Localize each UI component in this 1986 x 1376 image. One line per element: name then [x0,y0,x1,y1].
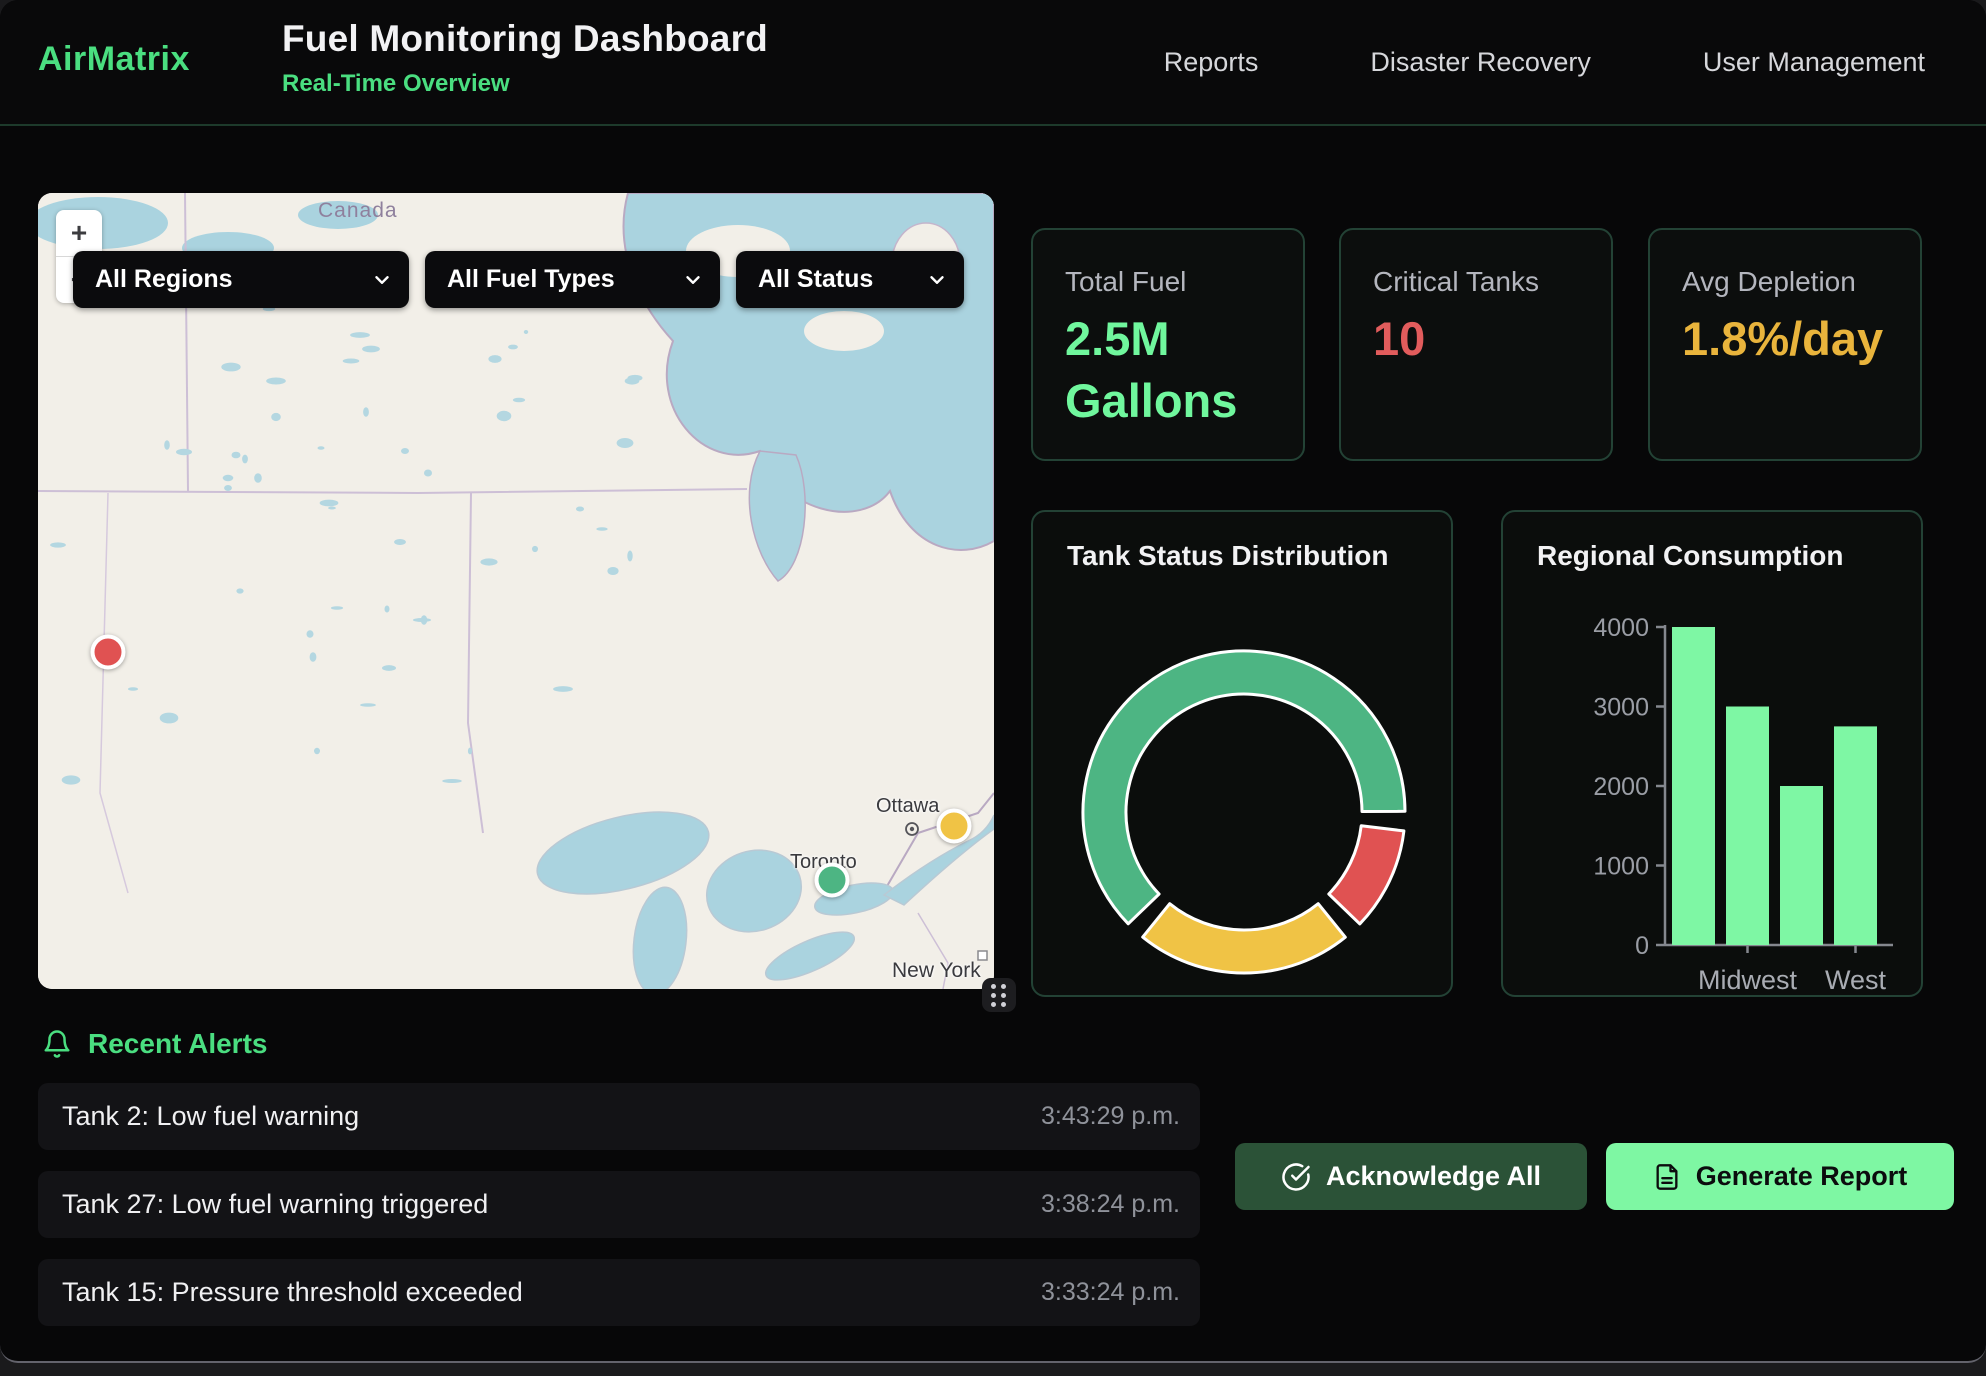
bar-chart: 0 1000 2000 3000 4000 Midwest West [1503,512,1921,995]
alert-row[interactable]: Tank 2: Low fuel warning 3:43:29 p.m. [38,1083,1200,1150]
nav-item-user-management[interactable]: User Management [1703,47,1925,78]
stat-card-avg-depletion: Avg Depletion 1.8%/day [1648,228,1922,461]
region-filter-value: All Regions [95,265,233,294]
alerts-header: Recent Alerts [42,1028,267,1060]
svg-text:2000: 2000 [1593,773,1649,801]
alert-message: Tank 2: Low fuel warning [62,1101,359,1132]
donut-segment-warning [1143,904,1346,973]
map-city-label-ottawa: Ottawa [876,795,939,818]
status-filter-dropdown[interactable]: All Status [736,251,964,308]
stat-value: 2.5M Gallons [1065,308,1273,432]
top-header: AirMatrix Fuel Monitoring Dashboard Real… [0,0,1986,126]
zoom-in-button[interactable]: + [56,210,102,256]
map-country-label: Canada [318,199,398,223]
stat-label: Avg Depletion [1682,266,1890,298]
chevron-down-icon [926,269,948,291]
svg-text:1000: 1000 [1593,853,1649,881]
nav-item-disaster-recovery[interactable]: Disaster Recovery [1370,47,1591,78]
svg-text:4000: 4000 [1593,614,1649,642]
alerts-title: Recent Alerts [88,1028,267,1060]
region-filter-dropdown[interactable]: All Regions [73,251,409,308]
alert-row[interactable]: Tank 27: Low fuel warning triggered 3:38… [38,1171,1200,1238]
stat-label: Total Fuel [1065,266,1273,298]
map-canvas[interactable]: Canada Ottawa Toronto New York + − All R… [38,193,994,989]
nav-item-reports[interactable]: Reports [1164,47,1259,78]
alert-timestamp: 3:33:24 p.m. [1041,1278,1180,1307]
map-city-label-new-york: New York [892,959,981,983]
generate-report-button[interactable]: Generate Report [1606,1143,1954,1210]
drag-handle-icon[interactable] [982,978,1016,1012]
donut-chart [1033,512,1451,995]
status-filter-value: All Status [758,265,873,294]
tank-status-panel: Tank Status Distribution [1031,510,1453,997]
bar-3 [1834,726,1877,945]
fuel-type-filter-dropdown[interactable]: All Fuel Types [425,251,720,308]
chevron-down-icon [371,269,393,291]
fuel-type-filter-value: All Fuel Types [447,265,615,294]
svg-text:Midwest: Midwest [1698,965,1798,995]
svg-text:West: West [1825,965,1887,995]
main-nav: Reports Disaster Recovery User Managemen… [1164,0,1925,124]
generate-report-label: Generate Report [1696,1161,1908,1192]
alert-timestamp: 3:38:24 p.m. [1041,1190,1180,1219]
page-title: Fuel Monitoring Dashboard [282,18,768,60]
acknowledge-all-button[interactable]: Acknowledge All [1235,1143,1587,1210]
map-marker-normal[interactable] [815,863,850,898]
alert-message: Tank 27: Low fuel warning triggered [62,1189,488,1220]
bar-1 [1726,707,1769,946]
donut-segment-critical [1329,826,1404,924]
capital-target-icon [904,821,920,837]
stat-label: Critical Tanks [1373,266,1581,298]
bar-0 [1672,627,1715,945]
stat-card-critical-tanks: Critical Tanks 10 [1339,228,1613,461]
dashboard-window: AirMatrix Fuel Monitoring Dashboard Real… [0,0,1986,1363]
alert-row[interactable]: Tank 15: Pressure threshold exceeded 3:3… [38,1259,1200,1326]
map-filter-bar: All Regions All Fuel Types All Status [73,251,964,308]
stat-card-total-fuel: Total Fuel 2.5M Gallons [1031,228,1305,461]
map-marker-warning[interactable] [937,809,972,844]
svg-text:0: 0 [1635,932,1649,960]
alert-message: Tank 15: Pressure threshold exceeded [62,1277,523,1308]
alert-list: Tank 2: Low fuel warning 3:43:29 p.m. Ta… [38,1083,1200,1347]
page-subtitle: Real-Time Overview [282,70,768,98]
acknowledge-all-label: Acknowledge All [1326,1161,1541,1192]
stat-value: 10 [1373,308,1581,370]
svg-text:3000: 3000 [1593,694,1649,722]
stat-value: 1.8%/day [1682,308,1890,370]
chevron-down-icon [682,269,704,291]
alert-timestamp: 3:43:29 p.m. [1041,1102,1180,1131]
file-text-icon [1653,1163,1681,1191]
title-block: Fuel Monitoring Dashboard Real-Time Over… [282,18,768,98]
regional-consumption-panel: Regional Consumption 01000200030004000Mi… [1501,510,1923,997]
check-circle-icon [1281,1162,1311,1192]
bar-2 [1780,786,1823,945]
brand-logo: AirMatrix [38,40,190,79]
bell-icon [42,1029,72,1059]
map-marker-critical[interactable] [91,635,126,670]
